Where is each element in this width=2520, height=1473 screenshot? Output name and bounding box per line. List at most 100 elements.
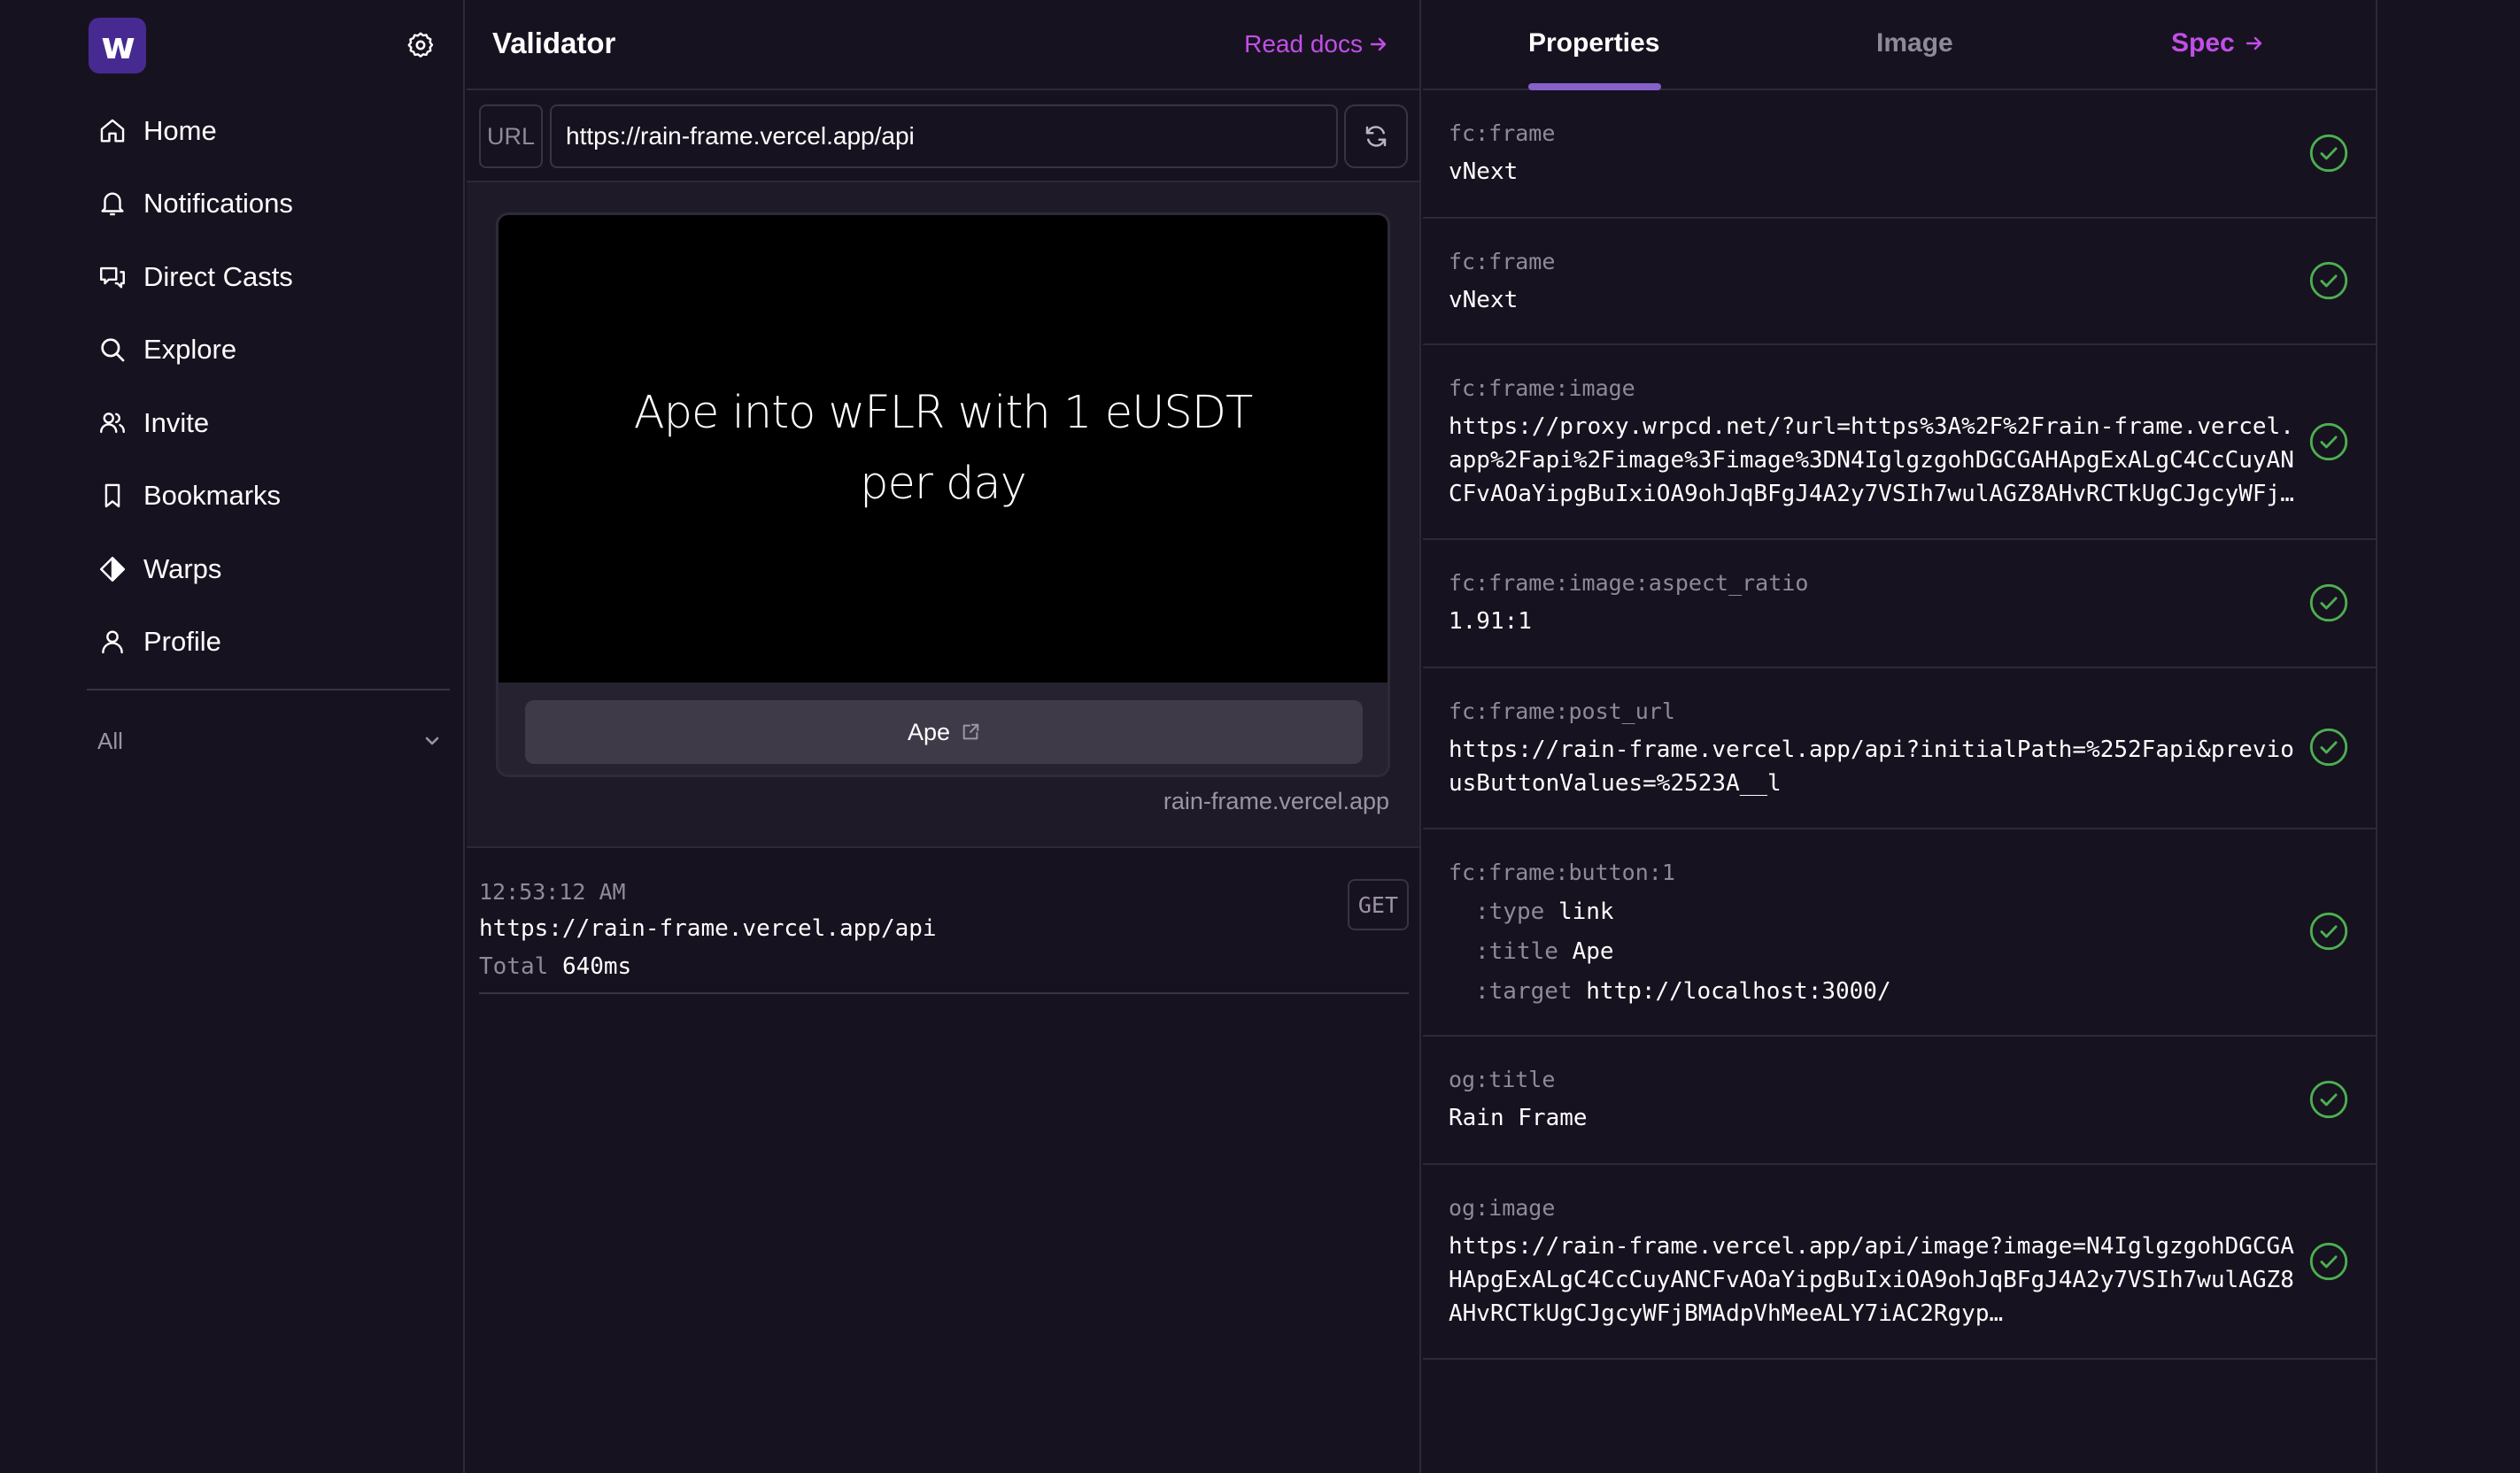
frame-button-label: Ape (907, 718, 951, 745)
property-row: fc:frame:post_url https://rain-frame.ver… (1423, 668, 2376, 829)
log-total-value: 640ms (561, 953, 632, 980)
gear-icon[interactable] (405, 29, 437, 61)
sidebar-item-label: Warps (143, 553, 222, 584)
subfield-value: link (1558, 898, 1614, 925)
check-circle-icon (2309, 583, 2348, 622)
check-circle-icon (2309, 134, 2348, 173)
check-circle-icon (2309, 912, 2348, 951)
frame-button-ape[interactable]: Ape (525, 700, 1363, 764)
property-key: fc:frame:button:1 (1449, 860, 1675, 885)
check-circle-icon (2309, 1080, 2348, 1119)
home-icon (100, 119, 125, 143)
property-subfield: :type link (1475, 898, 1614, 925)
frame-image-text: Ape into wFLR with 1 eUSDT per day (633, 387, 1253, 510)
property-key: og:image (1449, 1195, 1556, 1221)
subfield-key: :target (1475, 978, 1573, 1005)
frame-card: Ape into wFLR with 1 eUSDT per day Ape (496, 212, 1390, 777)
frame-image[interactable]: Ape into wFLR with 1 eUSDT per day (499, 215, 1388, 683)
frame-domain: rain-frame.vercel.app (1163, 788, 1389, 814)
refresh-button[interactable] (1344, 104, 1408, 168)
property-key: fc:frame:post_url (1449, 698, 1675, 724)
subfield-value: Ape (1572, 938, 1614, 965)
feed-filter-value: All (97, 727, 123, 754)
url-bar: URL (467, 90, 1419, 182)
sidebar-item-label: Explore (143, 334, 237, 365)
sidebar-item-explore[interactable]: Explore (97, 323, 236, 376)
read-docs-link[interactable]: Read docs (1244, 30, 1389, 58)
sidebar-item-bookmarks[interactable]: Bookmarks (97, 469, 281, 522)
property-row: fc:frame:button:1 :type link :title Ape … (1423, 829, 2376, 1037)
sidebar-item-label: Invite (143, 407, 210, 438)
property-value: https://proxy.wrpcd.net/?url=https%3A%2F… (1449, 413, 2294, 507)
warpcast-logo[interactable]: w (89, 18, 146, 73)
search-icon (101, 338, 125, 362)
property-row: fc:frame vNext (1423, 219, 2376, 345)
inspector-panel: Properties Image Spec fc:frame vNext fc:… (1423, 0, 2377, 1473)
validator-panel: Validator Read docs URL Ape into wFLR wi… (467, 0, 1421, 1473)
property-value: https://rain-frame.vercel.app/api/image?… (1449, 1233, 2294, 1327)
arrow-right-icon (2246, 36, 2261, 50)
sidebar-divider (87, 689, 450, 690)
warps-diamond-icon (100, 557, 125, 582)
arrow-right-icon (1370, 37, 1387, 51)
external-link-icon (962, 723, 979, 740)
property-row: og:image https://rain-frame.vercel.app/a… (1423, 1165, 2376, 1360)
property-subfield: :target http://localhost:3000/ (1475, 978, 1891, 1005)
log-url: https://rain-frame.vercel.app/api (479, 915, 937, 942)
subfield-key: :title (1475, 938, 1558, 965)
sidebar-item-label: Profile (143, 626, 221, 657)
property-key: fc:frame (1449, 249, 1556, 274)
logo-letter: w (101, 24, 135, 67)
active-tab-indicator (1528, 83, 1661, 90)
users-icon (100, 413, 125, 434)
url-input[interactable] (550, 104, 1338, 168)
property-subfield: :title Ape (1475, 938, 1614, 965)
property-key: fc:frame:image (1449, 375, 1635, 401)
request-log-entry[interactable]: 12:53:12 AM https://rain-frame.vercel.ap… (479, 863, 1409, 994)
sidebar-item-warps[interactable]: Warps (97, 543, 221, 596)
frame-preview-area: Ape into wFLR with 1 eUSDT per day Ape r… (467, 182, 1419, 848)
tab-spec-label: Spec (2171, 28, 2235, 58)
log-total-label: Total (479, 953, 549, 980)
tab-spec[interactable]: Spec (2171, 28, 2265, 58)
property-value: vNext (1449, 158, 1519, 185)
property-row: fc:frame vNext (1423, 90, 2376, 219)
user-icon (102, 630, 123, 654)
sidebar-item-notifications[interactable]: Notifications (97, 177, 293, 230)
inspector-tabs: Properties Image Spec (1423, 0, 2376, 90)
sidebar-item-home[interactable]: Home (97, 104, 217, 158)
property-row: og:title Rain Frame (1423, 1037, 2376, 1165)
subfield-key: :type (1475, 898, 1545, 925)
feed-filter-dropdown[interactable]: All (97, 721, 443, 760)
property-key: fc:frame (1449, 120, 1556, 146)
property-value: https://rain-frame.vercel.app/api?initia… (1449, 736, 2294, 797)
check-circle-icon (2309, 422, 2348, 461)
tab-properties[interactable]: Properties (1528, 28, 1659, 58)
property-value: Rain Frame (1449, 1105, 1588, 1131)
property-value: vNext (1449, 287, 1519, 313)
property-key: fc:frame:image:aspect_ratio (1449, 570, 1809, 596)
sidebar-item-profile[interactable]: Profile (97, 615, 221, 668)
property-value: 1.91:1 (1449, 608, 1532, 635)
url-label: URL (479, 104, 543, 168)
sidebar: w Home Notifications Direct Casts Explor… (0, 0, 465, 1473)
sidebar-item-label: Home (143, 115, 217, 146)
read-docs-label: Read docs (1244, 30, 1363, 58)
sidebar-item-label: Direct Casts (143, 261, 293, 292)
check-circle-icon (2309, 1242, 2348, 1281)
property-key: og:title (1449, 1067, 1556, 1092)
validator-header: Validator Read docs (467, 0, 1419, 90)
chat-bubbles-icon (100, 266, 125, 289)
sidebar-item-label: Bookmarks (143, 480, 282, 511)
tab-image[interactable]: Image (1876, 28, 1953, 58)
bell-icon (101, 192, 124, 216)
http-method-badge: GET (1347, 879, 1409, 930)
property-row: fc:frame:image https://proxy.wrpcd.net/?… (1423, 345, 2376, 540)
check-circle-icon (2309, 728, 2348, 767)
sidebar-item-direct-casts[interactable]: Direct Casts (97, 251, 293, 304)
check-circle-icon (2309, 261, 2348, 300)
chevron-down-icon (425, 736, 439, 745)
sidebar-item-label: Notifications (143, 188, 293, 219)
sidebar-item-invite[interactable]: Invite (97, 397, 209, 450)
subfield-value: http://localhost:3000/ (1586, 978, 1891, 1005)
